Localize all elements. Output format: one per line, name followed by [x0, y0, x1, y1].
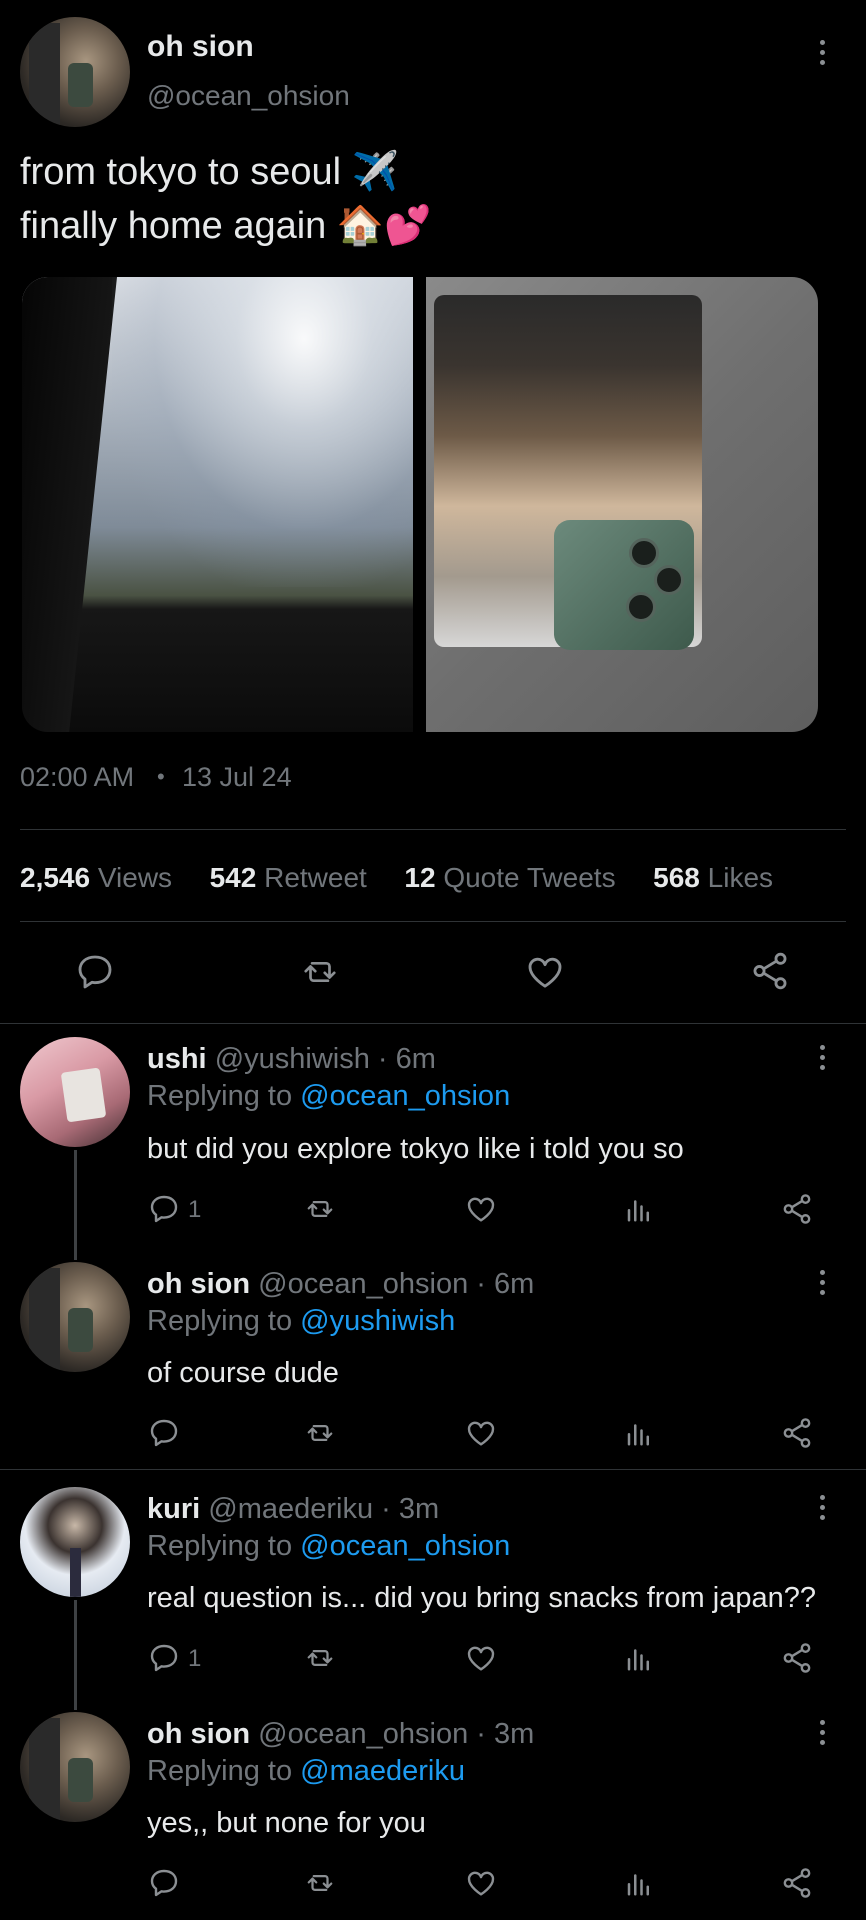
- author-avatar[interactable]: [20, 17, 130, 127]
- reply-text: but did you explore tokyo like i told yo…: [147, 1133, 684, 1165]
- more-options-icon[interactable]: [817, 40, 827, 65]
- divider: [20, 921, 846, 922]
- retweets-label[interactable]: Retweet: [264, 862, 367, 893]
- share-icon[interactable]: [780, 1866, 814, 1900]
- reply-count: 1: [188, 1196, 202, 1223]
- more-options-icon[interactable]: [817, 1720, 827, 1745]
- like-icon[interactable]: [464, 1193, 498, 1225]
- views-icon[interactable]: [624, 1642, 654, 1674]
- reply-icon[interactable]: [147, 1417, 181, 1449]
- more-options-icon[interactable]: [817, 1495, 827, 1520]
- reply-meta: @ocean_ohsion · 6m: [258, 1268, 535, 1300]
- like-icon[interactable]: [524, 952, 566, 992]
- tweet-photo-selfie[interactable]: [426, 277, 818, 732]
- tweet-time: 02:00 AM: [20, 762, 135, 792]
- thread-line: [74, 1150, 77, 1260]
- reply-author-name[interactable]: oh sion: [147, 1268, 250, 1300]
- reply-author-name[interactable]: kuri: [147, 1493, 200, 1525]
- tweet-text-line1: from tokyo to seoul ✈️: [20, 151, 399, 193]
- like-icon[interactable]: [464, 1642, 498, 1674]
- likes-count[interactable]: 568: [653, 862, 700, 893]
- views-count: 2,546: [20, 862, 91, 893]
- quotes-label[interactable]: Quote Tweets: [443, 862, 615, 893]
- share-icon[interactable]: [780, 1416, 814, 1450]
- share-icon[interactable]: [748, 950, 792, 992]
- reply-avatar[interactable]: [20, 1712, 130, 1822]
- reply-meta: @yushiwish · 6m: [214, 1043, 436, 1075]
- views-icon[interactable]: [624, 1193, 654, 1225]
- replying-label: Replying to: [147, 1755, 293, 1787]
- retweet-icon[interactable]: [302, 1868, 338, 1898]
- replying-label: Replying to: [147, 1530, 293, 1562]
- reply-author-name[interactable]: ushi: [147, 1043, 207, 1075]
- like-icon[interactable]: [464, 1417, 498, 1449]
- replying-to-link[interactable]: @ocean_ohsion: [300, 1530, 510, 1562]
- views-icon[interactable]: [624, 1867, 654, 1899]
- reply-icon[interactable]: [147, 1867, 181, 1899]
- reply-count: 1: [188, 1645, 202, 1672]
- share-icon[interactable]: [780, 1641, 814, 1675]
- author-name[interactable]: oh sion: [147, 30, 254, 64]
- reply-icon[interactable]: [147, 1193, 181, 1225]
- tweet-text-line2: finally home again 🏠💕: [20, 205, 432, 247]
- reply-text: real question is... did you bring snacks…: [147, 1582, 816, 1614]
- tweet-dot-separator: •: [157, 764, 165, 789]
- mirror-shape: [434, 295, 702, 650]
- reply-avatar[interactable]: [20, 1037, 130, 1147]
- reply-text: of course dude: [147, 1357, 339, 1389]
- divider: [0, 1469, 866, 1470]
- tweet-photo-sky[interactable]: [22, 277, 413, 732]
- replying-to-link[interactable]: @ocean_ohsion: [300, 1080, 510, 1112]
- reply-meta: @maederiku · 3m: [208, 1493, 440, 1525]
- tweet-date: 13 Jul 24: [182, 762, 292, 792]
- retweet-icon[interactable]: [298, 953, 342, 991]
- replying-label: Replying to: [147, 1305, 293, 1337]
- more-options-icon[interactable]: [817, 1045, 827, 1070]
- retweet-icon[interactable]: [302, 1643, 338, 1673]
- phone-shape: [554, 520, 694, 650]
- views-label: Views: [97, 862, 173, 893]
- reply-text: yes,, but none for you: [147, 1807, 426, 1839]
- stats-row: 2,546 Views 542 Retweet 12 Quote Tweets …: [20, 862, 773, 894]
- reply-author-name[interactable]: oh sion: [147, 1718, 250, 1750]
- retweets-count[interactable]: 542: [210, 862, 257, 893]
- replying-label: Replying to: [147, 1080, 293, 1112]
- like-icon[interactable]: [464, 1867, 498, 1899]
- more-options-icon[interactable]: [817, 1270, 827, 1295]
- divider: [20, 829, 846, 830]
- likes-label[interactable]: Likes: [708, 862, 773, 893]
- retweet-icon[interactable]: [302, 1194, 338, 1224]
- divider: [0, 1023, 866, 1024]
- reply-avatar[interactable]: [20, 1262, 130, 1372]
- reply-icon[interactable]: [147, 1642, 181, 1674]
- quotes-count[interactable]: 12: [404, 862, 435, 893]
- reply-avatar[interactable]: [20, 1487, 130, 1597]
- share-icon[interactable]: [780, 1192, 814, 1226]
- reply-icon[interactable]: [74, 952, 116, 992]
- views-icon[interactable]: [624, 1417, 654, 1449]
- replying-to-link[interactable]: @maederiku: [300, 1755, 465, 1787]
- retweet-icon[interactable]: [302, 1418, 338, 1448]
- replying-to-link[interactable]: @yushiwish: [300, 1305, 455, 1337]
- author-handle[interactable]: @ocean_ohsion: [147, 80, 350, 112]
- thread-line: [74, 1600, 77, 1710]
- reply-meta: @ocean_ohsion · 3m: [258, 1718, 535, 1750]
